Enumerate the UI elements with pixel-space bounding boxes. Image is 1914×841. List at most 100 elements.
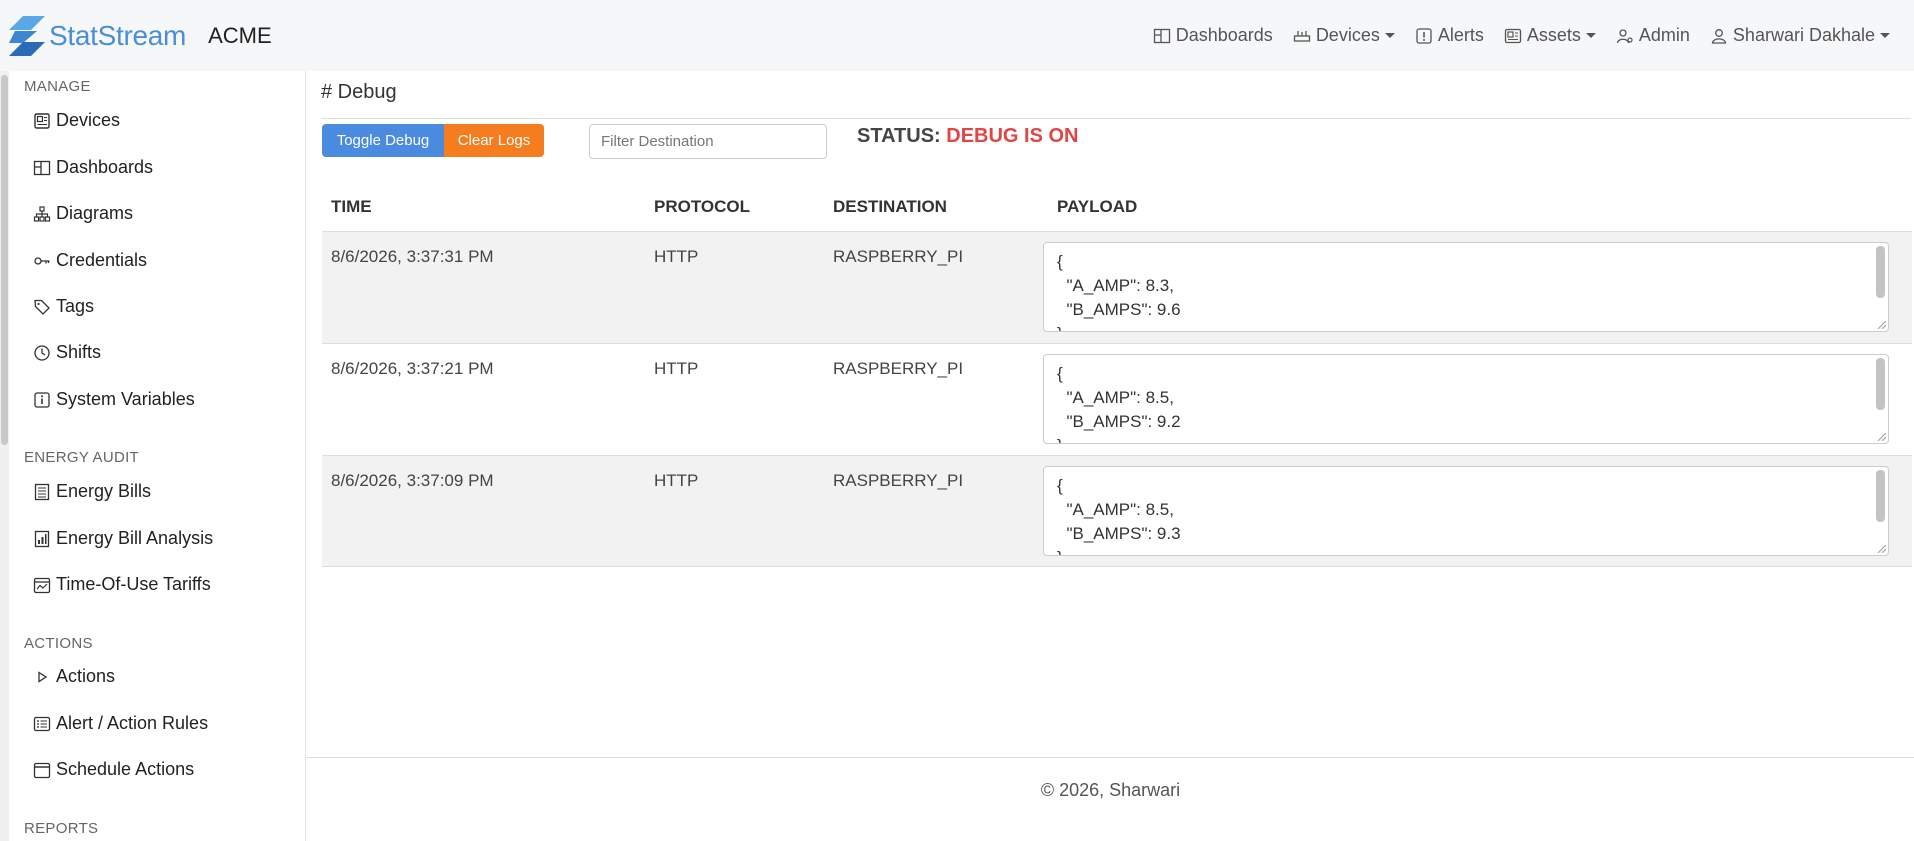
column-header-protocol[interactable]: PROTOCOL: [654, 183, 750, 231]
nav-dashboards-label: Dashboards: [1175, 25, 1273, 45]
cell-time: 8/6/2026, 3:37:31 PM: [331, 247, 494, 266]
title-divider: [321, 118, 1911, 119]
info-icon: [34, 391, 50, 408]
nav-assets[interactable]: Assets: [1504, 25, 1596, 46]
clock-icon: [34, 344, 50, 361]
sidebar-item-label: Energy Bill Analysis: [56, 528, 214, 548]
status-value: DEBUG IS ON: [946, 125, 1079, 147]
rules-icon: [33, 716, 51, 731]
sidebar-item-alert-action-rules[interactable]: Alert / Action Rules: [33, 713, 208, 734]
main-content: # Debug Toggle Debug Clear Logs STATUS: …: [307, 71, 1914, 841]
sidebar-section-actions: ACTIONS: [24, 635, 93, 652]
sidebar-item-label: Time-Of-Use Tariffs: [56, 574, 211, 594]
diagram-icon: [33, 205, 51, 222]
sidebar-item-diagrams[interactable]: Diagrams: [33, 203, 133, 224]
nav-devices[interactable]: Devices: [1293, 25, 1395, 46]
payload-scrollbar[interactable]: [1876, 470, 1885, 522]
sidebar-item-dashboards[interactable]: Dashboards: [33, 157, 153, 178]
sidebar-item-label: Actions: [56, 666, 116, 686]
debug-button-group: Toggle Debug Clear Logs: [322, 124, 544, 157]
column-header-time[interactable]: TIME: [331, 183, 372, 231]
top-navbar: StatStream ACME Dashboards Devices Alert…: [0, 0, 1914, 71]
sidebar-item-shifts[interactable]: Shifts: [33, 342, 101, 363]
cell-time: 8/6/2026, 3:37:21 PM: [331, 359, 494, 378]
sidebar-item-label: Credentials: [56, 250, 148, 270]
table-row: 8/6/2026, 3:37:21 PM HTTP RASPBERRY_PI {…: [322, 343, 1912, 455]
cell-protocol: HTTP: [654, 471, 699, 490]
sidebar-item-label: Diagrams: [56, 203, 134, 223]
sidebar-item-energy-bill-analysis[interactable]: Energy Bill Analysis: [33, 528, 213, 549]
table-header: TIME PROTOCOL DESTINATION PAYLOAD: [322, 183, 1912, 231]
table-row: 8/6/2026, 3:37:09 PM HTTP RASPBERRY_PI {…: [322, 455, 1912, 567]
play-icon: [38, 670, 48, 683]
dashboard-icon: [33, 160, 51, 175]
nav-admin[interactable]: Admin: [1616, 25, 1690, 46]
alert-icon: [1416, 27, 1432, 44]
clear-logs-button[interactable]: Clear Logs: [444, 124, 544, 157]
sidebar-scrollbar-thumb[interactable]: [1, 75, 8, 445]
org-name[interactable]: ACME: [208, 23, 272, 49]
sidebar-item-system-variables[interactable]: System Variables: [33, 389, 195, 410]
nav-user-menu[interactable]: Sharwari Dakhale: [1710, 25, 1890, 46]
nav-user-label: Sharwari Dakhale: [1732, 25, 1875, 45]
filter-destination-input[interactable]: [589, 124, 827, 159]
sidebar-section-reports: REPORTS: [24, 820, 99, 837]
bill-icon: [34, 483, 50, 500]
sidebar-item-label: Shifts: [56, 342, 102, 362]
brand[interactable]: StatStream: [9, 15, 187, 56]
payload-textarea[interactable]: { "A_AMP": 8.3, "B_AMPS": 9.6 }: [1043, 242, 1889, 332]
sidebar-item-label: Dashboards: [56, 157, 154, 177]
resize-grip-icon[interactable]: [1876, 319, 1886, 329]
table-row: 8/6/2026, 3:37:31 PM HTTP RASPBERRY_PI {…: [322, 231, 1912, 343]
debug-log-table: TIME PROTOCOL DESTINATION PAYLOAD 8/6/20…: [322, 183, 1912, 567]
column-header-payload[interactable]: PAYLOAD: [1057, 183, 1137, 231]
cell-destination: RASPBERRY_PI: [833, 247, 964, 266]
sidebar-item-time-of-use-tariffs[interactable]: Time-Of-Use Tariffs: [33, 574, 211, 595]
chevron-down-icon: [1880, 33, 1890, 38]
sidebar-item-energy-bills[interactable]: Energy Bills: [33, 481, 151, 502]
brand-name: StatStream: [49, 19, 187, 51]
payload-scrollbar[interactable]: [1876, 358, 1885, 410]
footer-copyright: © 2026, Sharwari: [1040, 780, 1181, 800]
sidebar-item-devices[interactable]: Devices: [33, 110, 120, 131]
cell-destination: RASPBERRY_PI: [833, 471, 964, 490]
sidebar-item-tags[interactable]: Tags: [33, 296, 94, 317]
nav-dashboards[interactable]: Dashboards: [1153, 25, 1273, 46]
toggle-debug-button[interactable]: Toggle Debug: [322, 124, 444, 157]
nav-alerts[interactable]: Alerts: [1415, 25, 1484, 46]
footer-divider: [307, 757, 1914, 758]
sidebar-item-schedule-actions[interactable]: Schedule Actions: [33, 759, 194, 780]
payload-text: { "A_AMP": 8.5, "B_AMPS": 9.2 }: [1057, 364, 1181, 443]
devices-icon: [1293, 30, 1310, 42]
sidebar-item-label: Alert / Action Rules: [56, 713, 209, 733]
sidebar-item-actions[interactable]: Actions: [33, 666, 115, 687]
sidebar-item-label: System Variables: [56, 389, 195, 409]
column-header-destination[interactable]: DESTINATION: [833, 183, 947, 231]
cell-destination: RASPBERRY_PI: [833, 359, 964, 378]
payload-textarea[interactable]: { "A_AMP": 8.5, "B_AMPS": 9.2 }: [1043, 354, 1889, 444]
assets-icon: [1504, 28, 1522, 43]
sidebar-item-label: Tags: [56, 296, 95, 316]
calendar-chart-icon: [33, 577, 51, 593]
statstream-logo-icon: [9, 15, 45, 56]
payload-textarea[interactable]: { "A_AMP": 8.5, "B_AMPS": 9.3 }: [1043, 466, 1889, 556]
sidebar: MANAGE Devices Dashboards Diagrams Crede…: [0, 71, 306, 841]
nav-alerts-label: Alerts: [1437, 25, 1484, 45]
dashboard-icon: [1153, 28, 1170, 43]
status-label: STATUS:: [857, 125, 941, 147]
sidebar-item-label: Devices: [56, 110, 121, 130]
sidebar-item-credentials[interactable]: Credentials: [33, 250, 147, 271]
page-title: # Debug: [321, 81, 397, 103]
user-icon: [1711, 28, 1727, 44]
sidebar-item-label: Schedule Actions: [56, 759, 195, 779]
resize-grip-icon[interactable]: [1876, 543, 1886, 553]
nav-assets-label: Assets: [1526, 25, 1581, 45]
payload-text: { "A_AMP": 8.3, "B_AMPS": 9.6 }: [1057, 252, 1181, 331]
device-icon: [34, 112, 50, 129]
payload-text: { "A_AMP": 8.5, "B_AMPS": 9.3 }: [1057, 476, 1181, 555]
calendar-icon: [33, 762, 51, 778]
chevron-down-icon: [1384, 33, 1395, 38]
payload-scrollbar[interactable]: [1876, 246, 1885, 298]
resize-grip-icon[interactable]: [1876, 431, 1886, 441]
nav-admin-label: Admin: [1638, 25, 1690, 45]
